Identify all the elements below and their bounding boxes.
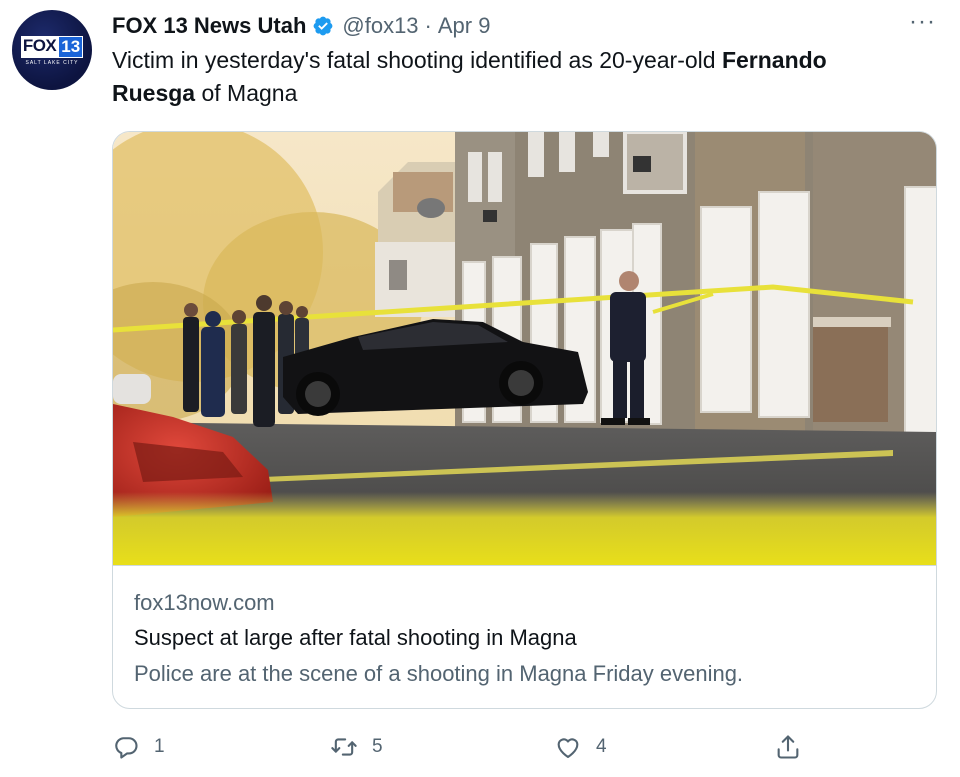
card-description: Police are at the scene of a shooting in… (134, 661, 744, 686)
fox13-logo: FOX 13 (20, 36, 84, 58)
card-title[interactable]: Suspect at large after fatal shooting in… (134, 625, 577, 651)
logo-subtitle: SALT LAKE CITY (25, 60, 79, 66)
more-options-icon[interactable]: ··· (909, 10, 936, 34)
reply-icon (112, 733, 140, 761)
tweet-action-bar: 1 5 4 (112, 730, 812, 764)
card-image[interactable] (113, 132, 936, 565)
heart-icon (554, 733, 582, 761)
like-button[interactable]: 4 (554, 730, 607, 764)
logo-number-text: 13 (58, 36, 84, 58)
retweet-button[interactable]: 5 (330, 730, 383, 764)
card-domain[interactable]: fox13now.com (134, 590, 275, 616)
reply-count: 1 (154, 736, 165, 757)
separator-dot: · (424, 13, 432, 38)
share-icon (774, 733, 802, 761)
tweet-text-before: Victim in yesterday's fatal shooting ide… (112, 47, 722, 73)
logo-fox-text: FOX (20, 36, 59, 58)
tweet-date[interactable]: Apr 9 (438, 13, 491, 39)
tweet-text: Victim in yesterday's fatal shooting ide… (112, 44, 912, 110)
share-button[interactable] (774, 730, 802, 764)
retweet-icon (330, 733, 358, 761)
account-name[interactable]: FOX 13 News Utah (112, 13, 306, 39)
reply-button[interactable]: 1 (112, 730, 165, 764)
tweet-text-after: of Magna (195, 80, 298, 106)
tweet-header: FOX 13 News Utah @fox13 · Apr 9 (112, 12, 940, 40)
verified-badge-icon (312, 15, 334, 37)
crime-scene-photo (113, 132, 936, 565)
avatar[interactable]: FOX 13 SALT LAKE CITY (12, 10, 92, 90)
account-handle[interactable]: @fox13 (342, 13, 418, 39)
like-count: 4 (596, 736, 607, 757)
retweet-count: 5 (372, 736, 383, 757)
link-card[interactable]: fox13now.com Suspect at large after fata… (112, 131, 937, 709)
card-divider (113, 565, 936, 566)
